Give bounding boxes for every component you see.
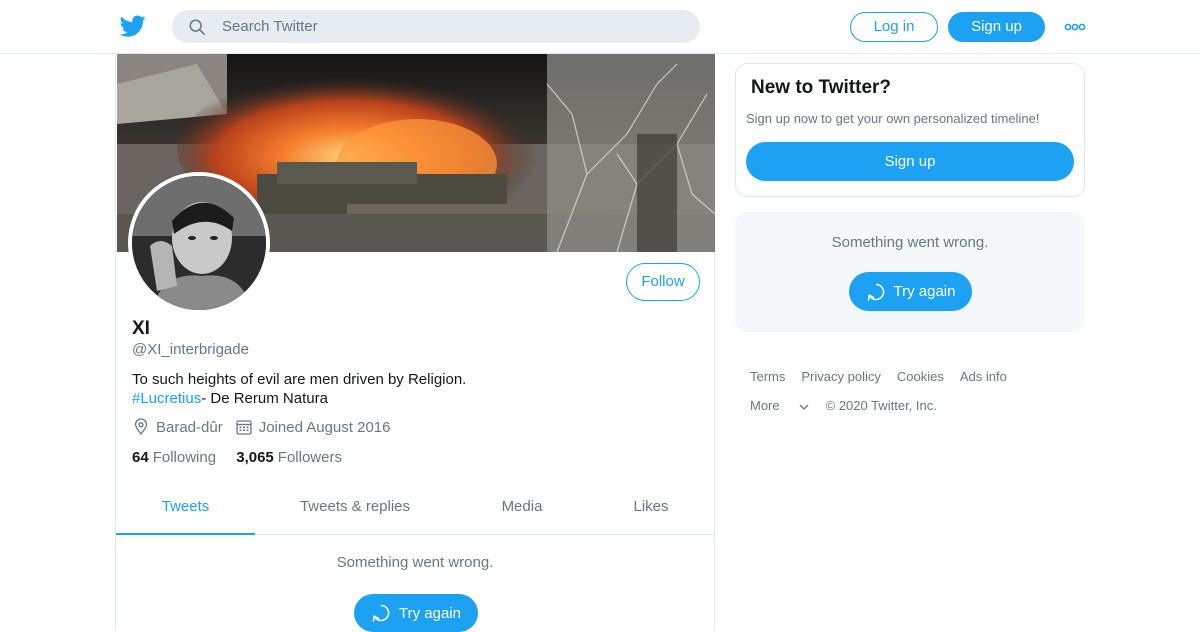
location-pin-icon (134, 418, 148, 436)
location-text: Barad-dûr (156, 418, 223, 436)
profile-handle[interactable]: @XI_interbrigade (132, 341, 249, 358)
profile-joined: Joined August 2016 (235, 418, 391, 436)
refresh-icon (867, 283, 884, 301)
search-icon (189, 19, 205, 35)
footer-row: Terms Privacy policy Cookies Ads info (750, 362, 1080, 391)
following-count: 64 (132, 449, 149, 466)
footer-links: Terms Privacy policy Cookies Ads info More ©… (750, 362, 1080, 420)
footer-more-label: More (750, 398, 780, 413)
bio-text: - De Rerum Natura (201, 390, 328, 407)
footer-more-menu[interactable]: More (750, 398, 810, 413)
signup-card-subtitle: Sign up now to get your own personalized… (746, 111, 1040, 126)
signup-card-button[interactable]: Sign up (746, 142, 1074, 181)
sidebar-error-card: Something went wrong. Try again (735, 212, 1085, 332)
tab-tweets-replies[interactable]: Tweets & replies (286, 484, 424, 535)
signup-card: New to Twitter? Sign up now to get your … (735, 63, 1085, 197)
followers-label: Followers (277, 449, 342, 466)
sidebar-error-message: Something went wrong. (831, 234, 989, 251)
top-nav-bar: Log in Sign up (0, 0, 1200, 54)
retry-label: Try again (399, 604, 461, 622)
tab-tweets[interactable]: Tweets (116, 484, 255, 535)
profile-display-name: XI (132, 318, 150, 339)
followers-link[interactable]: 3,065 Followers (236, 449, 342, 466)
more-dots-icon[interactable] (1064, 17, 1086, 37)
twitter-bird-icon[interactable] (120, 13, 146, 39)
followers-count: 3,065 (236, 449, 274, 466)
signup-card-title: New to Twitter? (751, 77, 892, 98)
avatar-photo (132, 176, 266, 310)
follow-button[interactable]: Follow (626, 263, 700, 301)
retry-label: Try again (893, 283, 956, 300)
timeline-retry-button[interactable]: Try again (354, 594, 478, 632)
login-button[interactable]: Log in (850, 12, 938, 42)
search-input[interactable] (222, 10, 682, 43)
tab-media[interactable]: Media (486, 484, 558, 535)
profile-location: Barad-dûr (132, 418, 223, 436)
follow-stats: 64 Following 3,065 Followers (132, 449, 358, 466)
footer-link-ads-info[interactable]: Ads info (960, 369, 1007, 384)
footer-row: More © 2020 Twitter, Inc. (750, 391, 1080, 420)
calendar-icon (236, 420, 252, 435)
bio-line: #Lucretius- De Rerum Natura (132, 389, 692, 408)
following-label: Following (152, 449, 217, 466)
profile-avatar[interactable] (128, 172, 270, 314)
footer-link-terms[interactable]: Terms (750, 369, 785, 384)
signup-button[interactable]: Sign up (948, 12, 1045, 42)
following-link[interactable]: 64 Following (132, 449, 216, 466)
chevron-down-icon (799, 404, 809, 410)
sidebar-retry-button[interactable]: Try again (849, 272, 972, 311)
footer-link-cookies[interactable]: Cookies (897, 369, 944, 384)
footer-copyright: © 2020 Twitter, Inc. (825, 398, 937, 413)
profile-meta: Barad-dûr Joined August 2016 (132, 418, 402, 436)
profile-tabs: Tweets Tweets & replies Media Likes (116, 484, 714, 535)
search-box[interactable] (172, 10, 700, 43)
bio-line: To such heights of evil are men driven b… (132, 371, 467, 388)
timeline-error-message: Something went wrong. (336, 554, 494, 571)
tab-likes[interactable]: Likes (616, 484, 686, 535)
profile-bio: To such heights of evil are men driven b… (132, 370, 692, 408)
footer-link-privacy[interactable]: Privacy policy (801, 369, 880, 384)
joined-text: Joined August 2016 (258, 418, 391, 436)
profile-column: Follow XI @XI_interbrigade To such heigh… (115, 54, 715, 632)
bio-hashtag-link[interactable]: #Lucretius (132, 390, 201, 407)
refresh-icon (372, 604, 390, 622)
